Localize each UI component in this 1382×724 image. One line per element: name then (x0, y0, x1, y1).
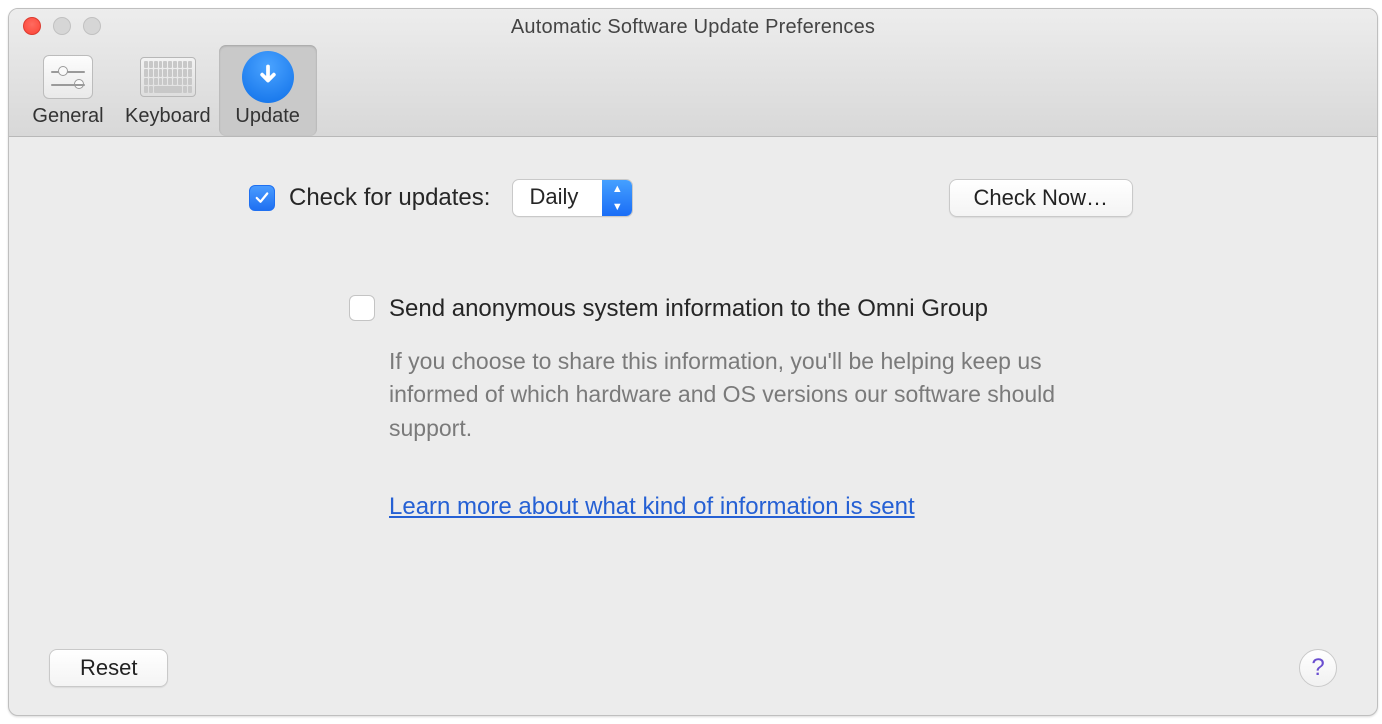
help-button[interactable]: ? (1299, 649, 1337, 687)
update-frequency-select[interactable]: Daily ▲▼ (512, 179, 633, 217)
check-for-updates-checkbox[interactable] (249, 185, 275, 211)
titlebar: Automatic Software Update Preferences (9, 9, 1377, 45)
toolbar-item-update[interactable]: Update (219, 45, 317, 136)
keyboard-icon (140, 51, 196, 103)
footer-bar: Reset ? (49, 649, 1337, 687)
sliders-icon (40, 51, 96, 103)
update-icon (240, 51, 296, 103)
window-title: Automatic Software Update Preferences (9, 9, 1377, 45)
toolbar-item-keyboard[interactable]: Keyboard (117, 45, 219, 136)
check-for-updates-label: Check for updates: (289, 184, 490, 212)
anonymous-info-section: Send anonymous system information to the… (349, 295, 1109, 521)
update-frequency-value: Daily (513, 180, 602, 216)
zoom-window-button[interactable] (83, 17, 101, 35)
anonymous-description: If you choose to share this information,… (389, 345, 1109, 445)
toolbar-item-label: Update (235, 105, 300, 128)
update-pane: Check for updates: Daily ▲▼ Check Now… S… (9, 137, 1377, 715)
check-for-updates-row: Check for updates: Daily ▲▼ Check Now… (249, 179, 1317, 217)
minimize-window-button[interactable] (53, 17, 71, 35)
toolbar-item-label: General (32, 105, 103, 128)
reset-button[interactable]: Reset (49, 649, 168, 687)
check-now-button[interactable]: Check Now… (949, 179, 1133, 217)
toolbar-item-label: Keyboard (125, 105, 211, 128)
traffic-lights (23, 17, 101, 35)
preferences-toolbar: General Keyboard (9, 45, 1377, 136)
close-window-button[interactable] (23, 17, 41, 35)
select-stepper-icon: ▲▼ (602, 180, 632, 216)
preferences-window: Automatic Software Update Preferences Ge… (8, 8, 1378, 716)
send-anonymous-checkbox[interactable] (349, 295, 375, 321)
send-anonymous-label: Send anonymous system information to the… (389, 295, 988, 323)
window-chrome: Automatic Software Update Preferences Ge… (9, 9, 1377, 137)
toolbar-item-general[interactable]: General (19, 45, 117, 136)
learn-more-link[interactable]: Learn more about what kind of informatio… (389, 493, 915, 521)
